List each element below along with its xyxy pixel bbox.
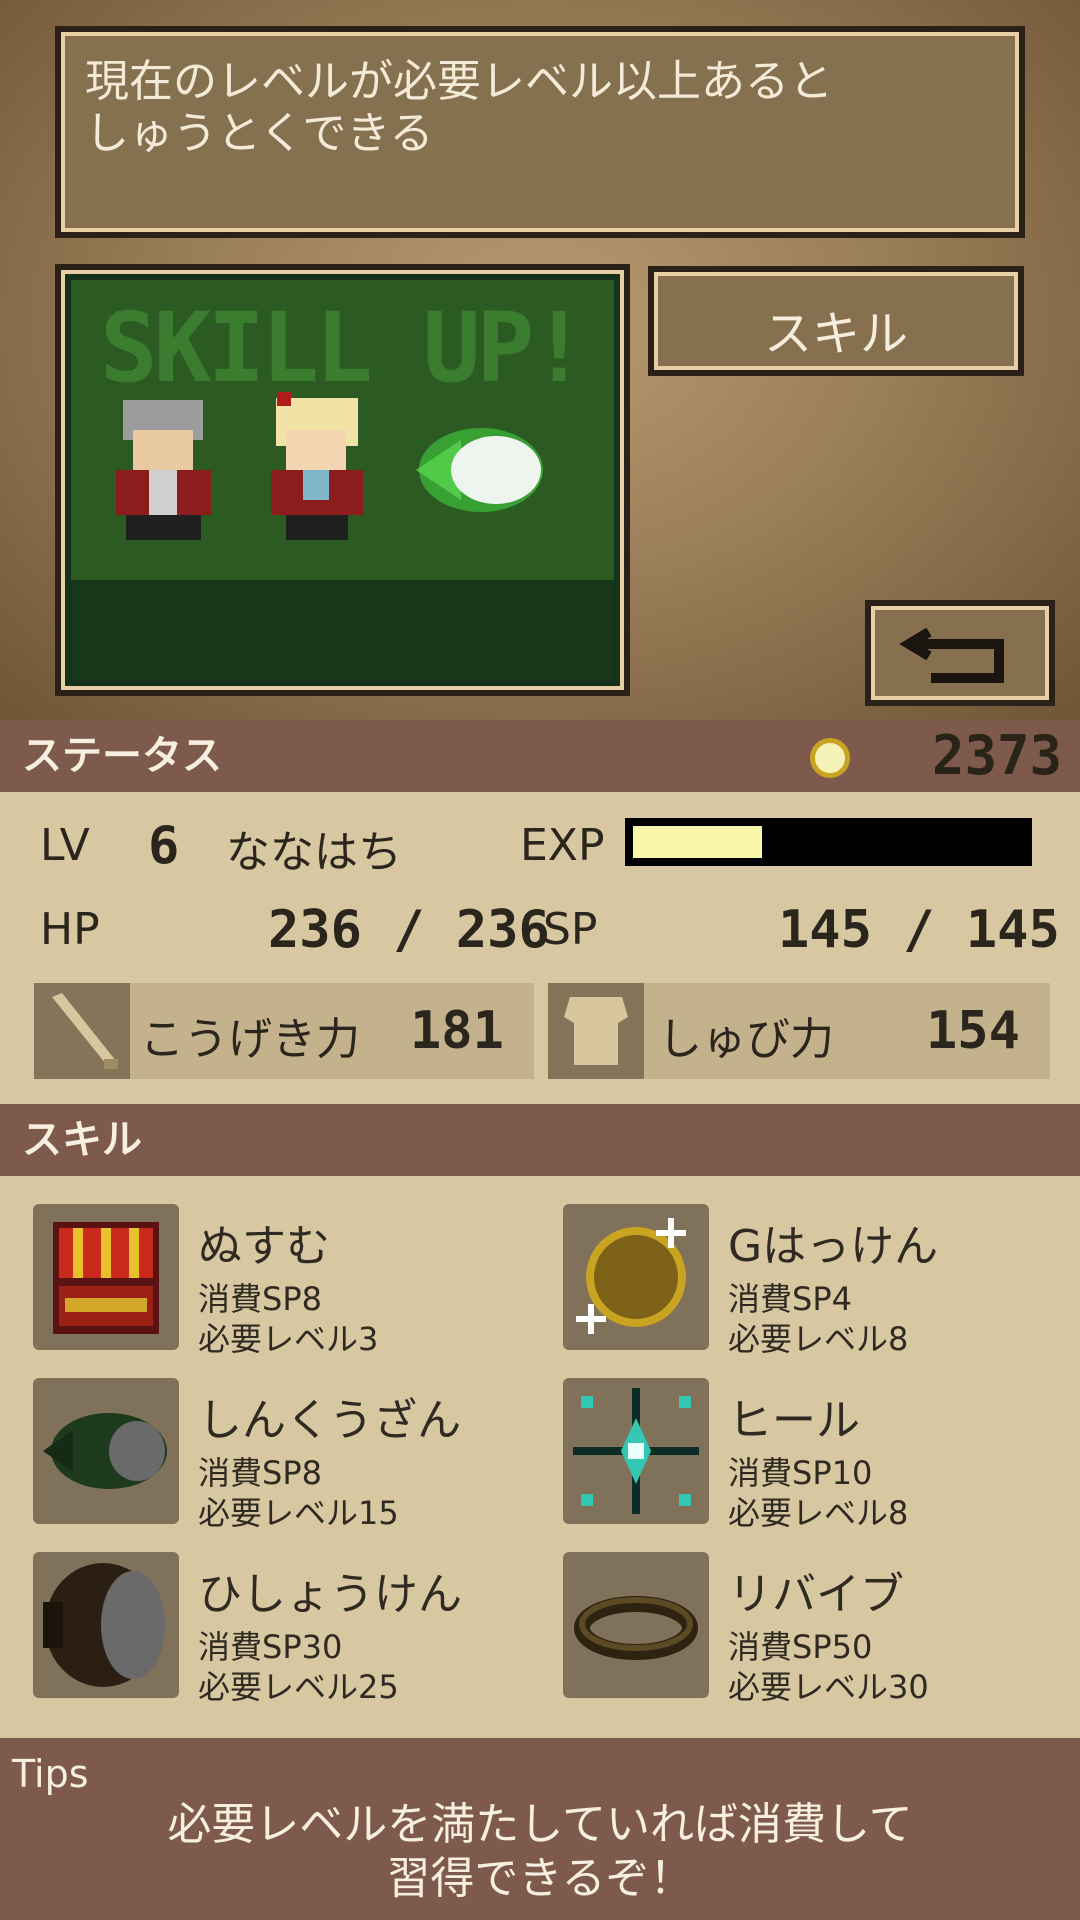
skill-name: ヒール: [728, 1395, 860, 1446]
skill-name: リバイブ: [728, 1569, 904, 1620]
skill-item-shinkuuzan[interactable]: しんくうざん 消費SP8 必要レベル15: [33, 1378, 483, 1532]
skill-name: ひしょうけん: [198, 1569, 462, 1620]
skill-requirement: 必要レベル25: [198, 1668, 399, 1706]
skill-item-revive[interactable]: リバイブ 消費SP50 必要レベル30: [563, 1552, 1013, 1706]
armor-icon: [548, 983, 644, 1079]
skill-item-heal[interactable]: ヒール 消費SP10 必要レベル8: [563, 1378, 1013, 1532]
hp-label: HP: [40, 904, 100, 955]
tips-bar: Tips 必要レベルを満たしていれば消費して 習得できるぞ！: [0, 1738, 1080, 1920]
attack-stat-box: こうげき力 181: [34, 983, 534, 1079]
sp-value: 145 / 145: [778, 900, 1060, 960]
skill-name: ぬすむ: [198, 1221, 330, 1272]
skill-name: Gはっけん: [728, 1221, 939, 1272]
tips-label: Tips: [12, 1752, 89, 1796]
hero-character-gray-hair: [116, 400, 211, 540]
skill-requirement: 必要レベル3: [198, 1320, 379, 1358]
exp-bar-fill: [633, 826, 762, 858]
skill-tab-label: スキル: [763, 306, 908, 362]
gold-coin-sparkle-icon: [563, 1204, 709, 1350]
message-box: 現在のレベルが必要レベル以上あると しゅうとくできる: [55, 26, 1025, 238]
skill-requirement: 必要レベル15: [198, 1494, 399, 1532]
skill-item-hishouken[interactable]: ひしょうけん 消費SP30 必要レベル25: [33, 1552, 483, 1706]
skill-requirement: 必要レベル8: [728, 1494, 909, 1532]
skill-requirement: 必要レベル30: [728, 1668, 929, 1706]
hp-value: 236 / 236: [268, 900, 550, 960]
tips-text: 必要レベルを満たしていれば消費して 習得できるぞ！: [167, 1799, 913, 1904]
back-button[interactable]: [865, 600, 1055, 706]
attack-label: こうげき力: [140, 1014, 360, 1065]
status-header: ステータス: [0, 720, 1080, 792]
status-title: ステータス: [22, 733, 222, 779]
green-energy-blast: [416, 428, 543, 512]
level-label: LV: [40, 820, 90, 871]
gold-amount: 2373: [931, 724, 1062, 787]
hero-character-blonde: [271, 392, 363, 540]
skill-item-nusumu[interactable]: ぬすむ 消費SP8 必要レベル3: [33, 1204, 483, 1358]
sword-icon: [34, 983, 130, 1079]
skill-requirement: 必要レベル8: [728, 1320, 909, 1358]
defense-stat-box: しゅび力 154: [548, 983, 1050, 1079]
skill-preview-frame: SKILL UP!: [55, 264, 630, 696]
character-name: ななはち: [226, 827, 402, 878]
heal-sparkle-icon: [563, 1378, 709, 1524]
preview-scene: [116, 392, 543, 540]
skills-header: スキル: [0, 1104, 1080, 1176]
exp-label: EXP: [520, 820, 605, 871]
gold-coin-icon: [810, 738, 850, 778]
sp-label: SP: [543, 904, 598, 955]
treasure-chest-icon: [33, 1204, 179, 1350]
defense-label: しゅび力: [658, 1014, 834, 1065]
message-text: 現在のレベルが必要レベル以上あると しゅうとくできる: [85, 56, 833, 159]
skill-tab-button[interactable]: スキル: [648, 266, 1024, 376]
vacuum-slash-icon: [33, 1378, 179, 1524]
halo-ring-icon: [563, 1552, 709, 1698]
skill-name: しんくうざん: [198, 1395, 462, 1446]
defense-value: 154: [926, 1001, 1020, 1061]
return-arrow-icon: [899, 627, 1004, 683]
level-value: 6: [148, 816, 180, 876]
skills-title: スキル: [22, 1117, 142, 1163]
exp-bar: [625, 818, 1032, 866]
flying-slash-icon: [33, 1552, 179, 1698]
attack-value: 181: [410, 1001, 504, 1061]
skill-item-g-hakken[interactable]: Gはっけん 消費SP4 必要レベル8: [563, 1204, 1013, 1358]
